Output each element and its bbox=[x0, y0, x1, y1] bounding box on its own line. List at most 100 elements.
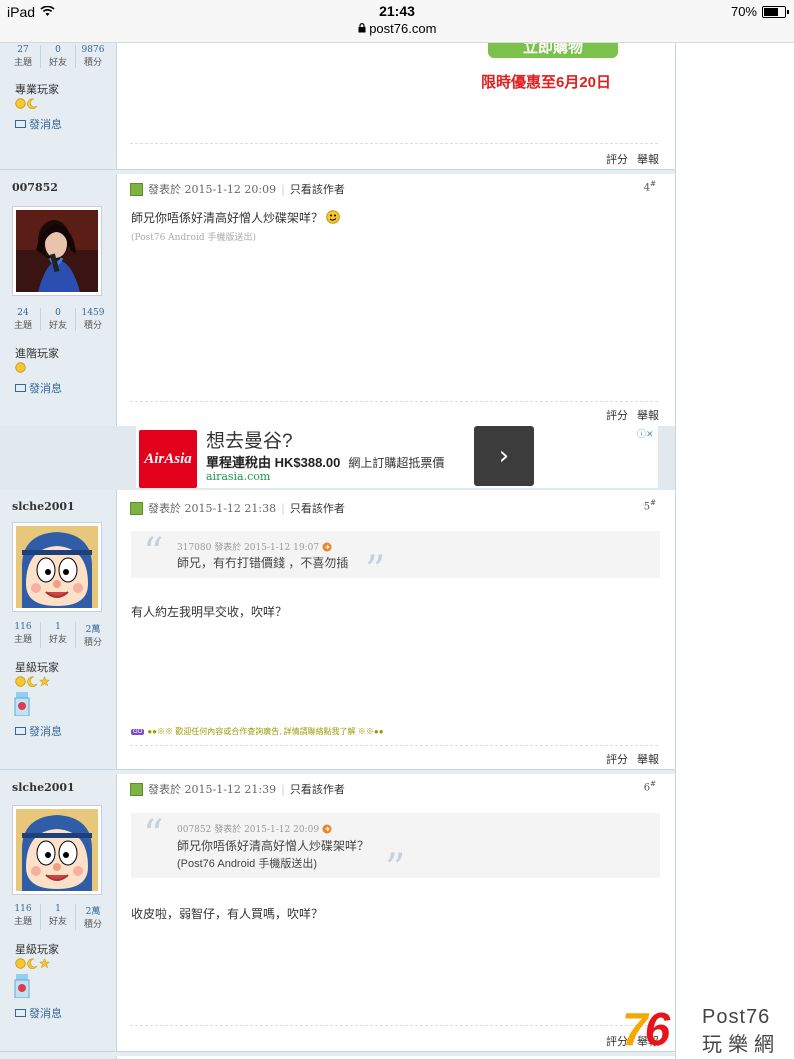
avatar[interactable] bbox=[12, 805, 102, 895]
airasia-ad[interactable]: AirAsia 想去曼谷? 單程連稅由 HK$388.00 網上訂購超抵票價 ai… bbox=[136, 426, 658, 488]
promo-text: 限時優惠至6月20日 bbox=[481, 74, 612, 91]
airasia-logo: AirAsia bbox=[139, 430, 197, 488]
sun-icon bbox=[15, 676, 26, 687]
battery-percent: 70% bbox=[730, 4, 757, 19]
ad-choices-close-icon[interactable]: ⓘ✕ bbox=[637, 427, 654, 440]
post-divider bbox=[130, 1025, 658, 1026]
points-label: 積分 bbox=[83, 58, 102, 68]
lock-icon bbox=[358, 21, 370, 36]
quote-author-date[interactable]: 007852 發表於 2015-1-12 20:09 bbox=[177, 822, 319, 835]
quote-text: 師兄，有冇打错價錢 ，不喜勿插 bbox=[177, 556, 349, 570]
send-message-label: 發消息 bbox=[29, 383, 62, 395]
floor-number[interactable]: 5# bbox=[620, 499, 656, 512]
floor-number[interactable]: 6# bbox=[620, 780, 656, 793]
post-date: 發表於 2015-1-12 20:09 bbox=[148, 183, 277, 196]
star-icon bbox=[39, 958, 50, 969]
only-author-link[interactable]: 只看該作者 bbox=[290, 181, 345, 197]
topics-count[interactable]: 24 bbox=[6, 308, 40, 318]
points-count[interactable]: 9876 bbox=[76, 45, 110, 55]
quote-author-date[interactable]: 317080 發表於 2015-1-12 19:07 bbox=[177, 540, 319, 553]
avatar[interactable] bbox=[12, 206, 102, 296]
watermark-number: 76 bbox=[622, 1003, 670, 1055]
friends-count[interactable]: 1 bbox=[41, 904, 75, 914]
open-quote-icon: “ bbox=[143, 530, 164, 576]
rate-link[interactable]: 評分 bbox=[606, 151, 628, 167]
medal-icon bbox=[14, 692, 30, 716]
post-actions: 評分 舉報 bbox=[606, 751, 659, 767]
go-to-post-icon bbox=[322, 824, 332, 833]
moon-icon bbox=[27, 98, 38, 109]
friends-label: 好友 bbox=[48, 321, 67, 331]
report-link[interactable]: 舉報 bbox=[637, 407, 659, 423]
topics-count[interactable]: 116 bbox=[6, 904, 40, 914]
status-bar: iPad 21:43 post76.com 70% bbox=[0, 0, 794, 43]
watermark-name: 玩樂網 bbox=[702, 1034, 780, 1056]
topics-label: 主題 bbox=[13, 321, 32, 331]
rate-link[interactable]: 評分 bbox=[606, 407, 628, 423]
chevron-right-icon: › bbox=[498, 441, 510, 471]
shop-now-button[interactable]: 立即購物 bbox=[488, 42, 618, 58]
send-message-link[interactable]: 發消息 bbox=[15, 723, 62, 739]
only-author-link[interactable]: 只看該作者 bbox=[290, 781, 345, 797]
avatar[interactable] bbox=[12, 522, 102, 612]
sun-icon bbox=[15, 98, 26, 109]
quote-block: “ 317080 發表於 2015-1-12 19:07 師兄，有冇打错價錢 ，… bbox=[131, 530, 660, 591]
points-count[interactable]: 2萬 bbox=[76, 622, 110, 635]
username[interactable]: 007852 bbox=[12, 181, 58, 194]
notice-tag-icon: GO bbox=[131, 728, 145, 735]
send-message-link[interactable]: 發消息 bbox=[15, 380, 62, 396]
close-quote-icon: ” bbox=[385, 846, 406, 892]
post-header: 發表於 2015-1-12 21:38 | 只看該作者 bbox=[130, 500, 345, 516]
medal-icon bbox=[14, 974, 30, 998]
separator: | bbox=[281, 501, 285, 515]
separator: | bbox=[281, 782, 285, 796]
user-rank: 星級玩家 bbox=[15, 944, 59, 956]
ad-arrow-button[interactable]: › bbox=[474, 426, 534, 486]
user-stats: 27 主題 0 好友 9876 積分 bbox=[6, 45, 110, 68]
points-label: 積分 bbox=[83, 321, 102, 331]
floor-number[interactable]: 4# bbox=[620, 180, 656, 193]
send-message-link[interactable]: 發消息 bbox=[15, 1005, 62, 1021]
report-link[interactable]: 舉報 bbox=[637, 751, 659, 767]
friends-label: 好友 bbox=[48, 917, 67, 927]
post-separator bbox=[0, 169, 675, 174]
ad-notice[interactable]: GO ●●※※ 歡迎任何內容或合作查詢廣告, 詳情請聯絡點我了解 ※※●● bbox=[131, 726, 384, 737]
username[interactable]: slche2001 bbox=[12, 781, 75, 794]
send-message-link[interactable]: 發消息 bbox=[15, 116, 62, 132]
rank-icons bbox=[15, 958, 50, 969]
topics-count[interactable]: 116 bbox=[6, 622, 40, 632]
friends-count[interactable]: 0 bbox=[41, 308, 75, 318]
quote-header: 317080 發表於 2015-1-12 19:07 bbox=[177, 540, 332, 553]
points-count[interactable]: 2萬 bbox=[76, 904, 110, 917]
send-message-label: 發消息 bbox=[29, 119, 62, 131]
post-actions: 評分 舉報 bbox=[606, 151, 659, 167]
quote-text: 師兄你唔係好清高好憎人炒碟架咩？ bbox=[177, 839, 370, 853]
only-author-link[interactable]: 只看該作者 bbox=[290, 500, 345, 516]
topics-label: 主題 bbox=[13, 635, 32, 645]
user-rank: 專業玩家 bbox=[15, 84, 59, 96]
notice-text: ●●※※ 歡迎任何內容或合作查詢廣告, 詳情請聯絡點我了解 ※※●● bbox=[147, 727, 384, 736]
online-icon bbox=[130, 501, 143, 515]
points-count[interactable]: 1459 bbox=[76, 308, 110, 318]
topics-count[interactable]: 27 bbox=[6, 45, 40, 55]
send-message-label: 發消息 bbox=[29, 726, 62, 738]
sun-icon bbox=[15, 958, 26, 969]
url-bar[interactable]: post76.com bbox=[0, 21, 794, 36]
username[interactable]: slche2001 bbox=[12, 500, 75, 513]
post-date: 發表於 2015-1-12 21:38 bbox=[148, 502, 277, 515]
smiley-icon bbox=[326, 210, 341, 224]
column-border bbox=[675, 42, 676, 1059]
post-divider bbox=[130, 143, 658, 144]
ad-price: 單程連稅由 HK$388.00 bbox=[206, 455, 341, 470]
envelope-icon bbox=[15, 120, 26, 128]
friends-count[interactable]: 1 bbox=[41, 622, 75, 632]
post-separator bbox=[0, 769, 675, 774]
post-content: 收皮啦，弱智仔，有人買嗎，吹咩？ bbox=[131, 907, 324, 921]
friends-count[interactable]: 0 bbox=[41, 45, 75, 55]
moon-icon bbox=[27, 958, 38, 969]
report-link[interactable]: 舉報 bbox=[637, 151, 659, 167]
quote-header: 007852 發表於 2015-1-12 20:09 bbox=[177, 822, 332, 835]
rate-link[interactable]: 評分 bbox=[606, 751, 628, 767]
envelope-icon bbox=[15, 727, 26, 735]
user-rank: 星級玩家 bbox=[15, 662, 59, 674]
